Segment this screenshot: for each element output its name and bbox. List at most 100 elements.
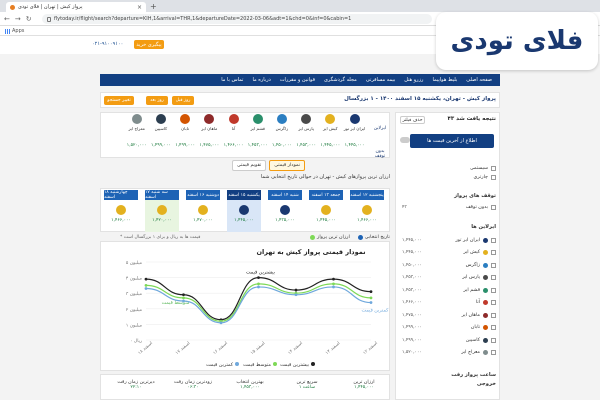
checkbox[interactable] — [491, 325, 496, 330]
airline-cell[interactable]: کیش ایر ۱,۴۴۵,۰۰۰ — [319, 114, 342, 154]
filter-label: زاگرس — [465, 262, 480, 268]
nav-item[interactable]: بیمه مسافرتی — [366, 77, 395, 83]
browser-tab[interactable]: پرواز کیش | تهران | فلای تودی × — [6, 2, 146, 12]
airline-price: ۱,۴۴۵,۰۰۰ — [320, 143, 341, 148]
x-tick-label: ۱۷ اسفند — [175, 341, 191, 356]
filter-stops[interactable]: ۴۳ بدون توقف — [400, 203, 496, 211]
checkbox[interactable] — [491, 287, 496, 293]
price-alert-button[interactable]: اطلاع از آخرین قیمت ها — [410, 134, 494, 148]
nav-item[interactable]: مجله گردشگری — [324, 77, 357, 83]
checkbox[interactable] — [491, 337, 496, 343]
track-purchase-button[interactable]: پیگیری خرید — [134, 40, 164, 49]
filter-airline[interactable]: ۱,۴۵۰,۰۰۰ زاگرس — [400, 261, 496, 269]
calendar-day[interactable]: جمعه ۱۳ اسفند ۱,۴۴۵,۰۰۰ — [309, 190, 343, 232]
forward-icon[interactable]: → — [15, 15, 21, 23]
nav-item[interactable]: رزرو هتل — [404, 77, 423, 83]
data-point — [294, 288, 298, 292]
airline-name: ماهان ایر — [201, 126, 218, 131]
data-point — [257, 276, 260, 279]
nav-item[interactable]: قوانین و مقررات — [280, 77, 315, 83]
checkbox[interactable] — [491, 204, 496, 210]
tab-calendar[interactable]: تقویم قیمتی — [232, 160, 267, 171]
new-tab-button[interactable]: + — [150, 2, 157, 11]
filter-airline[interactable]: ۱,۴۴۵,۰۰۰ کیش ایر — [400, 249, 496, 257]
checkbox[interactable] — [491, 262, 496, 268]
data-point — [369, 301, 373, 304]
label-airline: ایرلاین — [373, 126, 387, 131]
checkbox[interactable] — [491, 237, 496, 243]
reload-icon[interactable]: ↻ — [26, 15, 32, 23]
apps-bookmark[interactable]: Apps — [5, 28, 24, 34]
calendar-day[interactable]: چهارشنبه ۱۸ اسفند ۱,۴۶۶,۰۰۰ — [104, 190, 138, 232]
airline-cell[interactable]: قشم ایر ۱,۴۵۳,۰۰۰ — [246, 114, 269, 154]
airline-price: ۱,۴۵۳,۰۰۰ — [296, 143, 316, 148]
calendar-day[interactable]: یکشنبه ۱۵ اسفند ۱,۴۴۵,۰۰۰ — [227, 190, 261, 232]
filter-airline[interactable]: ۱,۴۹۹,۰۰۰ تابان — [400, 324, 496, 332]
checkbox[interactable] — [491, 275, 496, 280]
back-icon[interactable]: ← — [4, 15, 10, 23]
checkbox[interactable] — [491, 312, 496, 318]
summary-card[interactable]: دیرترین زمان رفت ۲۲:۱۰ — [112, 380, 160, 390]
checkbox[interactable] — [491, 174, 496, 180]
airline-cell[interactable]: معراج ایر ۱,۵۲۰,۰۰۰ — [125, 114, 148, 154]
calendar-day-label: پنجشنبه ۱۲ اسفند — [350, 190, 384, 200]
airline-matrix-labels: ایرلاین بدون توقف — [370, 116, 390, 159]
calendar-day[interactable]: دوشنبه ۱۶ اسفند ۱,۴۷۰,۰۰۰ — [186, 190, 220, 232]
nav-item[interactable]: درباره ما — [252, 77, 270, 83]
filter-airline[interactable]: ۱,۴۷۵,۰۰۰ ماهان ایر — [400, 311, 496, 319]
next-day-button[interactable]: روز قبل — [172, 96, 194, 105]
filter-airline[interactable]: ۱,۴۵۳,۰۰۰ قشم ایر — [400, 286, 496, 294]
airline-logo-icon — [280, 205, 290, 215]
filter-flight-type[interactable]: سیستمی — [400, 164, 496, 172]
close-icon[interactable]: × — [137, 4, 142, 11]
airline-cell[interactable]: تابان ۱,۴۹۹,۰۰۰ — [174, 114, 197, 154]
airlines-title: ایرلاین ها — [471, 224, 496, 230]
filter-flight-type[interactable]: چارتری — [400, 173, 496, 181]
url-bar[interactable]: flytoday.ir/flight/search?departure=KIH,… — [42, 14, 432, 24]
x-tick-label: ۱۴ اسفند — [287, 341, 303, 356]
airline-cell[interactable]: ماهان ایر ۱,۴۷۵,۰۰۰ — [198, 114, 221, 154]
tab-chart[interactable]: نمودار قیمتی — [269, 160, 306, 171]
calendar-day-label: سه شنبه ۱۷ اسفند — [145, 190, 179, 200]
filter-airline[interactable]: ۱,۴۶۶,۰۰۰ آتا — [400, 299, 496, 307]
airline-price: ۱,۴۴۵,۰۰۰ — [344, 143, 365, 148]
airline-logo-icon — [180, 114, 191, 124]
filter-airline[interactable]: ۱,۴۵۳,۰۰۰ پارس ایر — [400, 274, 496, 282]
filter-airline[interactable]: ۱,۵۲۰,۰۰۰ معراج ایر — [400, 349, 496, 357]
checkbox[interactable] — [491, 165, 496, 171]
airline-cell[interactable]: پارس ایر ۱,۴۵۳,۰۰۰ — [295, 114, 318, 154]
checkbox[interactable] — [491, 300, 496, 305]
checkbox[interactable] — [491, 250, 496, 255]
price-alert-toggle[interactable] — [400, 137, 410, 143]
summary-card[interactable]: زودترین زمان رفت ۰۶:۳۰ — [169, 380, 217, 390]
calendar-day[interactable]: پنجشنبه ۱۲ اسفند ۱,۴۶۶,۰۰۰ — [350, 190, 384, 232]
airline-cell[interactable]: زاگرس ۱,۴۵۰,۰۰۰ — [270, 114, 293, 154]
checkbox[interactable] — [491, 350, 496, 355]
filter-airline[interactable]: ۱,۴۹۹,۰۰۰ کاسپین — [400, 336, 496, 344]
calendar-day[interactable]: شنبه ۱۴ اسفند ۱,۴۳۵,۰۰۰ — [268, 190, 302, 232]
airline-price: ۱,۴۶۶,۰۰۰ — [223, 143, 244, 148]
airline-cell[interactable]: کاسپین ۱,۴۹۹,۰۰۰ — [149, 114, 172, 154]
airline-logo-icon — [325, 114, 336, 124]
summary-card[interactable]: سریع ترین ۱ ساعت — [283, 380, 331, 390]
airline-logo-icon — [239, 205, 249, 215]
airline-cell[interactable]: آتا ۱,۴۶۶,۰۰۰ — [222, 114, 245, 154]
summary-card[interactable]: ارزان ترین ۱,۴۴۵,۰۰۰ — [340, 380, 388, 390]
calendar-day-price: ۱,۴۶۶,۰۰۰ — [357, 218, 377, 223]
calendar-day[interactable]: سه شنبه ۱۷ اسفند ۱,۴۲۰,۰۰۰ — [145, 190, 179, 232]
browser-nav-buttons: ← → ↻ — [4, 15, 32, 23]
airline-logo-icon — [301, 114, 312, 124]
filter-label: ایران ایر تور — [455, 237, 480, 243]
filter-airline[interactable]: ۱,۴۴۵,۰۰۰ ایران ایر تور — [400, 236, 496, 244]
prev-day-button[interactable]: روز بعد — [146, 96, 168, 105]
clear-filters-button[interactable]: حذف فیلتر — [400, 116, 425, 124]
nav-item[interactable]: صفحه اصلی — [466, 77, 492, 83]
summary-card[interactable]: بهترین انتخاب ۱,۴۵۳,۰۰۰ — [226, 380, 274, 390]
airline-cell[interactable]: ایران ایر تور ۱,۴۴۵,۰۰۰ — [343, 114, 366, 154]
filter-label: تابان — [470, 325, 480, 330]
airline-logo-icon — [483, 312, 488, 318]
summary-value: ۲۲:۱۰ — [130, 385, 142, 390]
nav-item[interactable]: تماس با ما — [221, 77, 243, 83]
nav-item[interactable]: بلیط هواپیما — [432, 77, 457, 83]
change-search-button[interactable]: تغییر جستجو — [104, 96, 134, 105]
